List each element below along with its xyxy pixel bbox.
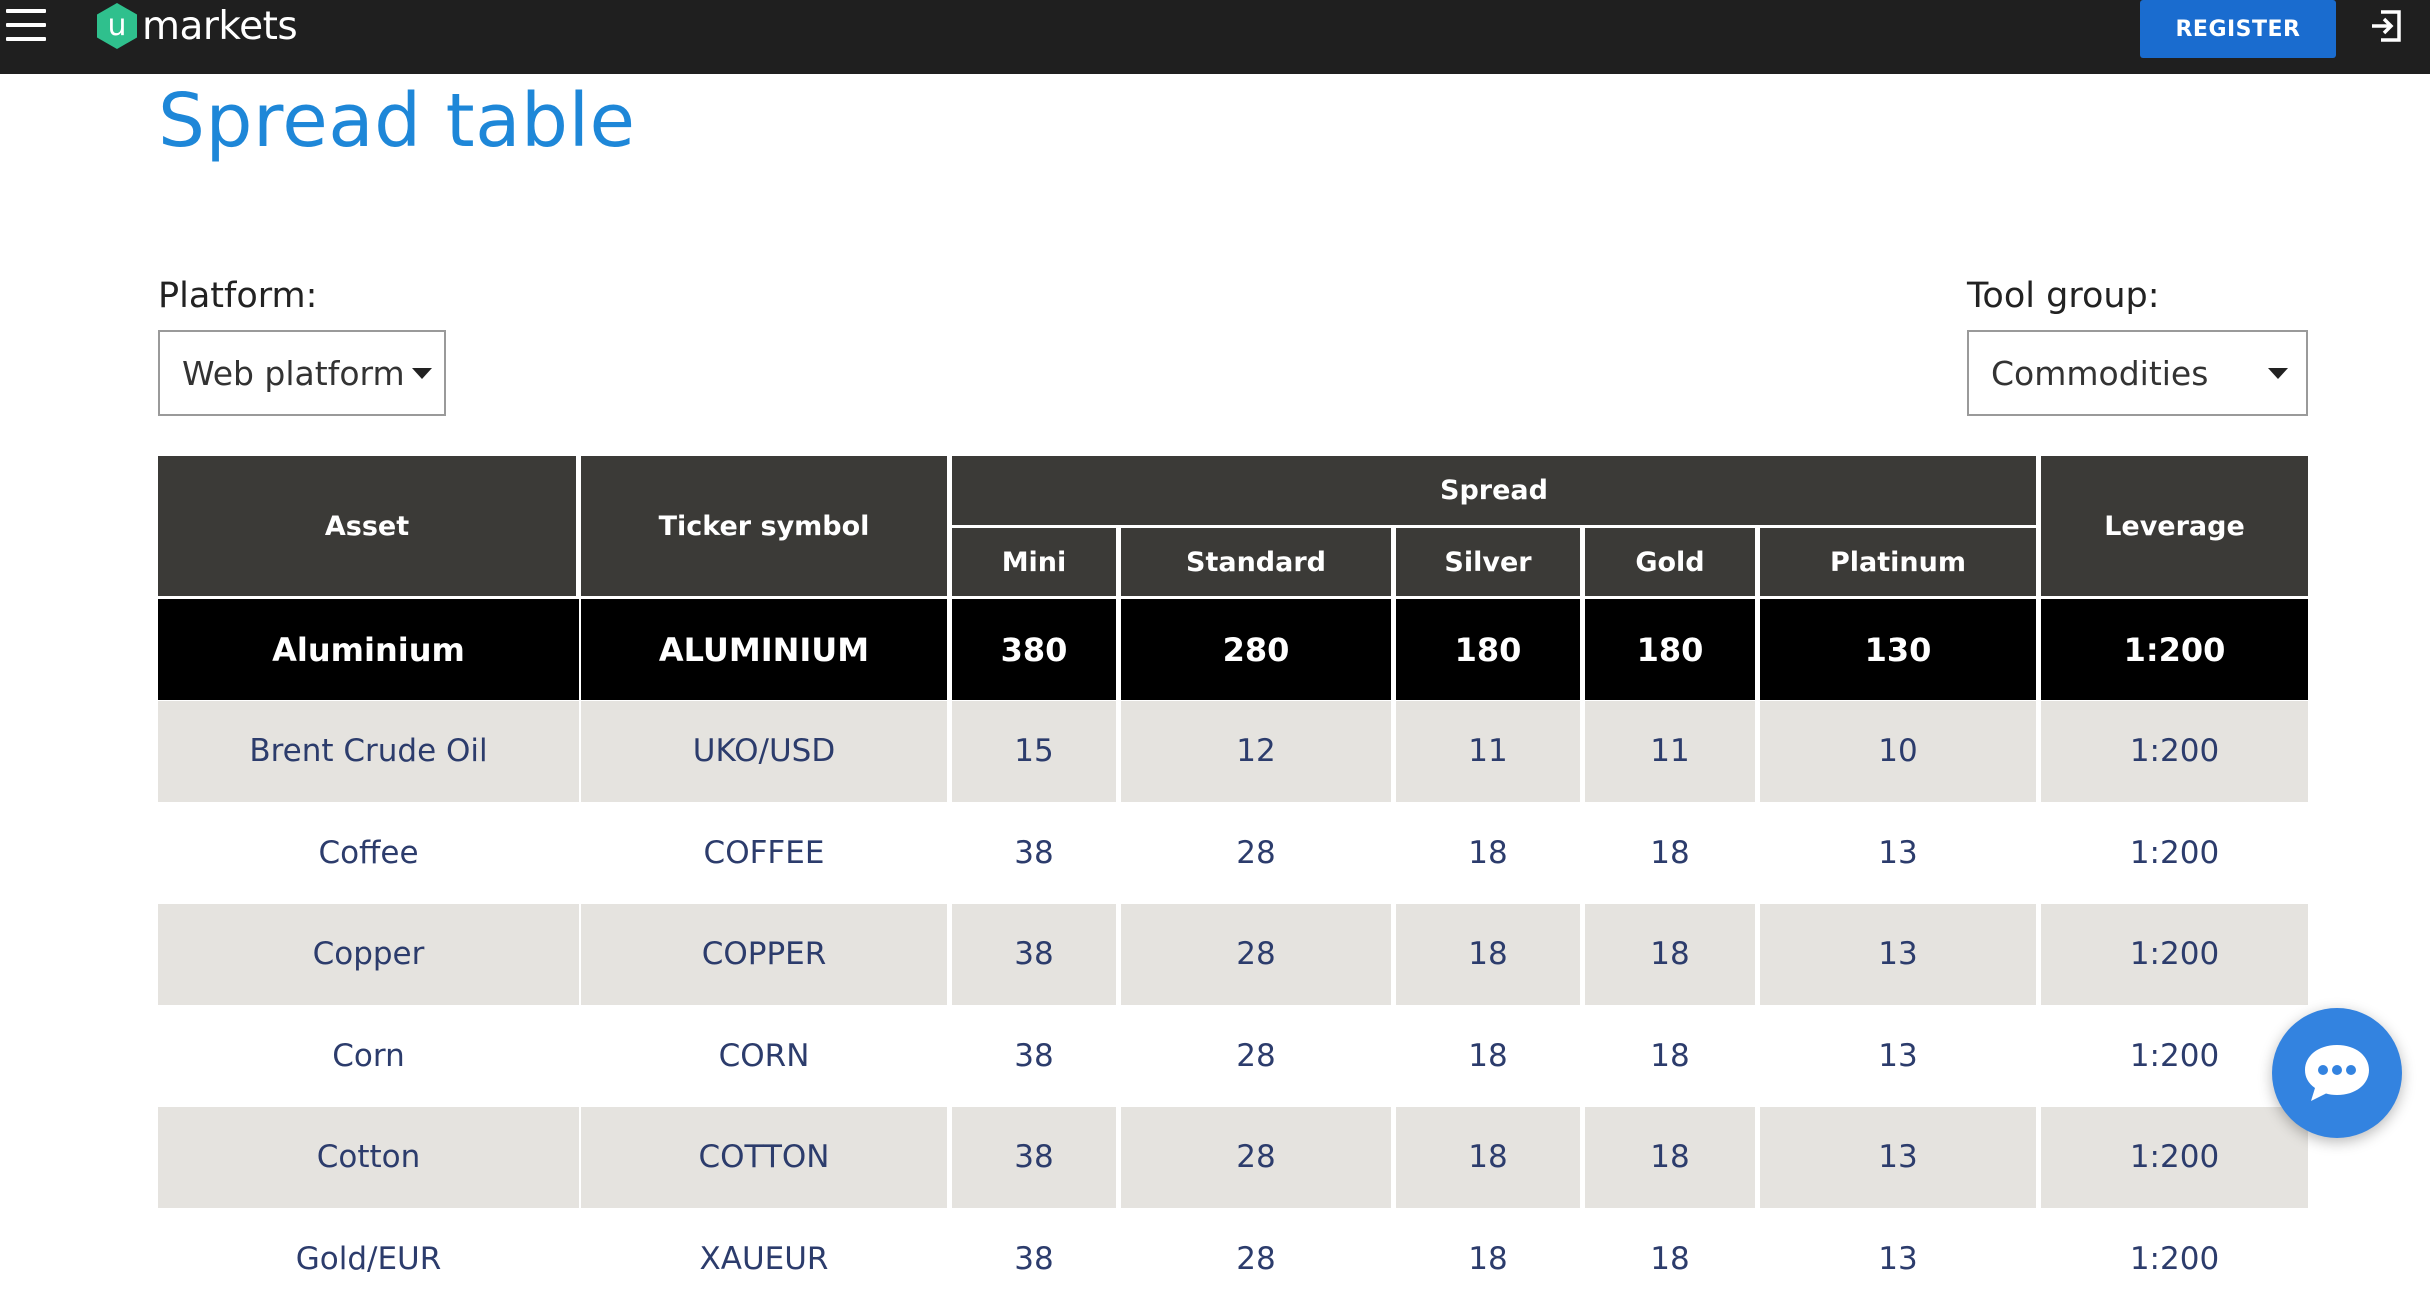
table-cell-gold: 18 — [1585, 1106, 1755, 1208]
table-cell-ticker: COTTON — [581, 1106, 947, 1208]
table-cell-ticker: XAUEUR — [581, 1208, 947, 1302]
table-cell-asset: Cotton — [158, 1106, 579, 1208]
logo-text: markets — [142, 3, 298, 49]
table-cell-platinum: 13 — [1760, 802, 2036, 903]
table-cell-ticker: COFFEE — [581, 802, 947, 903]
column-header-standard: Standard — [1121, 528, 1391, 596]
login-icon[interactable] — [2368, 8, 2404, 44]
table-cell-leverage: 1:200 — [2041, 1005, 2308, 1106]
column-header-asset: Asset — [158, 456, 576, 596]
table-cell-mini: 38 — [952, 1208, 1116, 1302]
column-header-ticker: Ticker symbol — [581, 456, 947, 596]
table-cell-ticker: COPPER — [581, 903, 947, 1005]
table-cell-mini: 380 — [952, 599, 1116, 700]
table-cell-platinum: 13 — [1760, 1106, 2036, 1208]
table-cell-standard: 28 — [1121, 1106, 1391, 1208]
table-cell-standard: 28 — [1121, 1005, 1391, 1106]
table-cell-asset: Brent Crude Oil — [158, 700, 579, 802]
table-cell-standard: 28 — [1121, 903, 1391, 1005]
table-cell-silver: 18 — [1396, 1005, 1580, 1106]
column-header-mini: Mini — [952, 528, 1116, 596]
top-navigation-bar: u markets REGISTER — [0, 0, 2430, 74]
register-button[interactable]: REGISTER — [2140, 0, 2336, 58]
table-cell-mini: 38 — [952, 1106, 1116, 1208]
column-header-leverage: Leverage — [2041, 456, 2308, 596]
table-cell-mini: 38 — [952, 802, 1116, 903]
table-cell-silver: 11 — [1396, 700, 1580, 802]
table-cell-gold: 11 — [1585, 700, 1755, 802]
table-cell-standard: 12 — [1121, 700, 1391, 802]
column-header-platinum: Platinum — [1760, 528, 2036, 596]
table-cell-silver: 18 — [1396, 1106, 1580, 1208]
column-header-spread: Spread — [952, 456, 2036, 525]
caret-down-icon — [2268, 368, 2288, 379]
table-cell-gold: 180 — [1585, 599, 1755, 700]
table-cell-gold: 18 — [1585, 1005, 1755, 1106]
platform-label: Platform: — [158, 276, 318, 316]
chat-button[interactable] — [2272, 1008, 2402, 1138]
tool-group-label: Tool group: — [1967, 276, 2160, 316]
table-cell-silver: 18 — [1396, 802, 1580, 903]
table-cell-platinum: 13 — [1760, 1005, 2036, 1106]
page-title: Spread table — [158, 78, 636, 164]
table-cell-leverage: 1:200 — [2041, 802, 2308, 903]
column-header-silver: Silver — [1396, 528, 1580, 596]
chat-bubble-icon — [2305, 1045, 2369, 1101]
platform-select[interactable]: Web platform — [158, 330, 446, 416]
table-cell-leverage: 1:200 — [2041, 700, 2308, 802]
table-cell-gold: 18 — [1585, 802, 1755, 903]
table-cell-ticker: CORN — [581, 1005, 947, 1106]
table-cell-platinum: 10 — [1760, 700, 2036, 802]
tool-group-select-value: Commodities — [1991, 353, 2209, 393]
table-cell-ticker: UKO/USD — [581, 700, 947, 802]
platform-select-value: Web platform — [182, 353, 405, 393]
table-cell-platinum: 13 — [1760, 1208, 2036, 1302]
table-cell-leverage: 1:200 — [2041, 1208, 2308, 1302]
caret-down-icon — [412, 368, 432, 379]
table-cell-mini: 38 — [952, 1005, 1116, 1106]
table-cell-silver: 180 — [1396, 599, 1580, 700]
table-cell-standard: 280 — [1121, 599, 1391, 700]
hamburger-menu-icon[interactable] — [6, 7, 46, 43]
table-cell-asset: Copper — [158, 903, 579, 1005]
table-cell-ticker: ALUMINIUM — [581, 599, 947, 700]
table-cell-silver: 18 — [1396, 903, 1580, 1005]
table-cell-platinum: 13 — [1760, 903, 2036, 1005]
umarkets-logo[interactable]: u markets — [94, 0, 298, 54]
table-cell-gold: 18 — [1585, 903, 1755, 1005]
table-cell-leverage: 1:200 — [2041, 903, 2308, 1005]
table-cell-platinum: 130 — [1760, 599, 2036, 700]
table-cell-asset: Coffee — [158, 802, 579, 903]
table-cell-silver: 18 — [1396, 1208, 1580, 1302]
table-cell-asset: Gold/EUR — [158, 1208, 579, 1302]
table-cell-leverage: 1:200 — [2041, 1106, 2308, 1208]
table-cell-gold: 18 — [1585, 1208, 1755, 1302]
tool-group-select[interactable]: Commodities — [1967, 330, 2308, 416]
table-cell-asset: Corn — [158, 1005, 579, 1106]
table-cell-asset: Aluminium — [158, 599, 579, 700]
logo-hexagon-icon: u — [97, 3, 137, 49]
table-cell-standard: 28 — [1121, 1208, 1391, 1302]
column-header-gold: Gold — [1585, 528, 1755, 596]
table-cell-leverage: 1:200 — [2041, 599, 2308, 700]
table-cell-standard: 28 — [1121, 802, 1391, 903]
table-cell-mini: 15 — [952, 700, 1116, 802]
table-cell-mini: 38 — [952, 903, 1116, 1005]
svg-text:u: u — [107, 8, 126, 43]
